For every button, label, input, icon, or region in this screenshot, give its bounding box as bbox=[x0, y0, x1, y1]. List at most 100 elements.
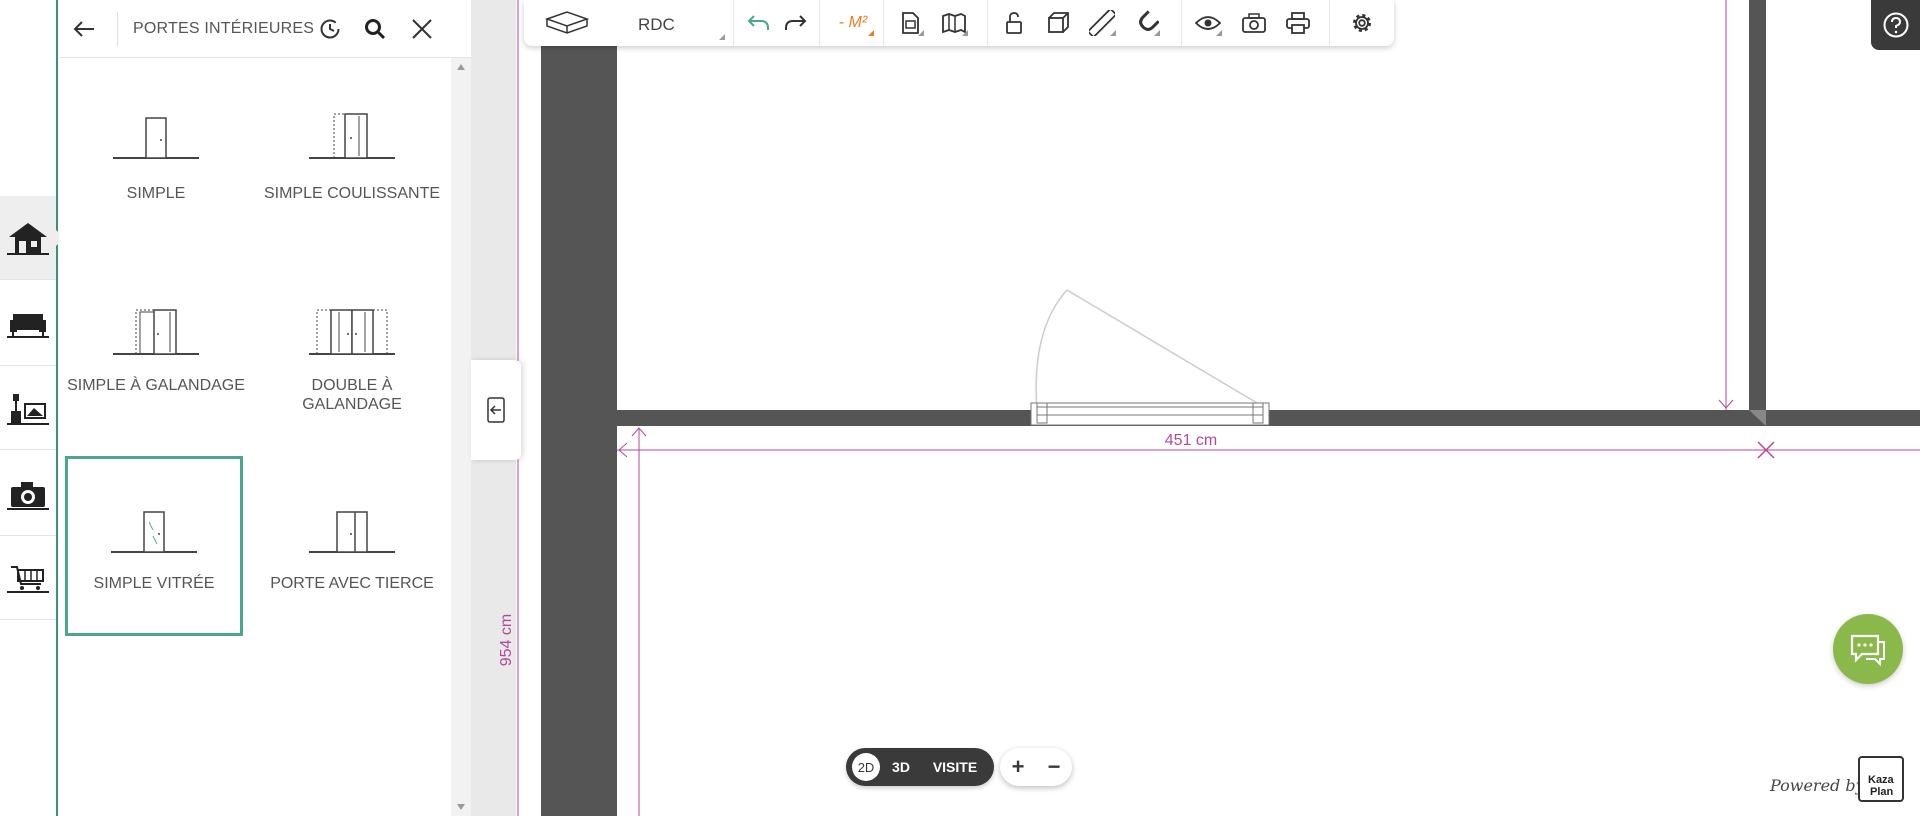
area-dropdown-indicator bbox=[868, 30, 874, 36]
floor-selector-label[interactable]: RDC bbox=[638, 15, 675, 35]
category-rail bbox=[0, 0, 64, 816]
printer-icon bbox=[1286, 12, 1310, 34]
sofa-icon bbox=[7, 313, 49, 338]
catalog-item-simple[interactable]: SIMPLE bbox=[67, 62, 245, 242]
rail-item-furniture[interactable] bbox=[0, 282, 56, 366]
screenshot-button[interactable] bbox=[1238, 8, 1270, 38]
catalog-item-label: SIMPLE COULISSANTE bbox=[263, 185, 441, 202]
catalog-item-sliding[interactable]: SIMPLE COULISSANTE bbox=[263, 62, 441, 242]
map-dropdown-indicator bbox=[962, 30, 968, 36]
collapse-left-icon bbox=[487, 397, 505, 423]
redo-button[interactable] bbox=[780, 8, 812, 38]
logo-line-2: Plan bbox=[1870, 786, 1894, 798]
camera-icon bbox=[1242, 13, 1266, 33]
magnet-button[interactable] bbox=[1130, 8, 1162, 38]
pocket-door-icon bbox=[113, 309, 199, 355]
shopping-cart-icon bbox=[7, 565, 49, 593]
rail-item-camera[interactable] bbox=[0, 452, 56, 536]
catalog-item-label: SIMPLE bbox=[126, 185, 186, 202]
catalog-item-label: SIMPLE À GALANDAGE bbox=[67, 377, 245, 394]
view-2d-button[interactable]: 2D bbox=[852, 753, 880, 781]
door-panel bbox=[1036, 406, 1264, 416]
floor-dropdown-indicator[interactable] bbox=[719, 34, 725, 40]
catalog-item-double-pocket[interactable]: DOUBLE À GALANDAGE bbox=[263, 258, 441, 438]
toolbar-group-tools bbox=[988, 0, 1182, 46]
help-button[interactable] bbox=[1871, 0, 1920, 50]
catalog-item-label: DOUBLE À GALANDAGE bbox=[302, 377, 402, 413]
print-button[interactable] bbox=[1282, 8, 1314, 38]
rail-item-house[interactable] bbox=[0, 196, 64, 280]
toolbar-group-area: - M² bbox=[820, 0, 884, 46]
map-button[interactable] bbox=[938, 8, 970, 38]
view-mode-toggle: 2D 3D VISITE bbox=[846, 748, 994, 786]
arrow-left-icon bbox=[73, 21, 94, 37]
rail-item-shopping[interactable] bbox=[0, 536, 56, 620]
panel-header: PORTES INTÉRIEURES bbox=[59, 0, 471, 58]
toolbar-group-view bbox=[1182, 0, 1330, 46]
settings-icon bbox=[1353, 14, 1371, 32]
dimension-horizontal-label: 451 cm bbox=[1165, 432, 1217, 449]
undo-icon bbox=[747, 15, 769, 30]
powered-by-badge: Powered by Kaza Plan bbox=[1770, 756, 1920, 806]
catalog-panel: PORTES INTÉRIEURES SIMPLE SIMPLE COULISS… bbox=[59, 0, 471, 816]
simple-door-icon bbox=[113, 117, 199, 159]
kazaplan-logo: Kaza Plan bbox=[1858, 756, 1904, 802]
settings-button[interactable] bbox=[1346, 8, 1378, 38]
ruler-dropdown-indicator bbox=[1110, 30, 1116, 36]
toolbar-group-floor: RDC bbox=[524, 0, 734, 46]
door-catalog-grid: SIMPLE SIMPLE COULISSANTE SIMPLE À GALAN… bbox=[59, 58, 451, 816]
scroll-up-icon[interactable] bbox=[457, 64, 465, 70]
cube-icon bbox=[1048, 12, 1069, 33]
scroll-down-icon[interactable] bbox=[457, 804, 465, 810]
door-swing-arc bbox=[1035, 289, 1068, 411]
sliding-door-icon bbox=[309, 113, 395, 159]
visibility-dropdown-indicator bbox=[1216, 30, 1222, 36]
plan-drawing: 451 cm 954 cm bbox=[498, 0, 1920, 816]
floor-3d-button[interactable] bbox=[542, 8, 592, 38]
glazed-door-icon bbox=[111, 511, 197, 553]
back-button[interactable] bbox=[67, 12, 101, 46]
magnet-dropdown-indicator bbox=[1154, 30, 1160, 36]
catalog-item-label: SIMPLE VITRÉE bbox=[93, 575, 215, 592]
chat-button[interactable] bbox=[1833, 614, 1903, 684]
history-icon bbox=[320, 19, 340, 39]
powered-by-text: Powered by bbox=[1770, 776, 1865, 795]
area-label: - M² bbox=[838, 14, 868, 31]
door-leaf bbox=[1066, 289, 1263, 407]
cube-button[interactable] bbox=[1042, 8, 1074, 38]
panel-scrollbar[interactable] bbox=[451, 58, 471, 816]
visibility-button[interactable] bbox=[1192, 8, 1224, 38]
house-icon bbox=[7, 222, 49, 255]
catalog-item-pocket[interactable]: SIMPLE À GALANDAGE bbox=[67, 258, 245, 438]
document-dropdown-indicator bbox=[918, 30, 924, 36]
document-button[interactable] bbox=[894, 8, 926, 38]
main-toolbar: RDC - M² bbox=[524, 0, 1394, 46]
app-root: PORTES INTÉRIEURES SIMPLE SIMPLE COULISS… bbox=[0, 0, 1920, 816]
collapse-panel-tab[interactable] bbox=[471, 360, 521, 460]
search-icon bbox=[365, 19, 386, 40]
camera-icon bbox=[7, 481, 49, 510]
redo-icon bbox=[785, 15, 807, 30]
catalog-item-label: PORTE AVEC TIERCE bbox=[270, 575, 434, 592]
ruler-button[interactable] bbox=[1086, 8, 1118, 38]
dimension-vertical-label: 954 cm bbox=[498, 614, 515, 666]
toolbar-group-history bbox=[734, 0, 820, 46]
view-visit-button[interactable]: VISITE bbox=[924, 748, 986, 786]
area-button[interactable]: - M² bbox=[830, 8, 876, 38]
zoom-out-button[interactable]: − bbox=[1036, 748, 1072, 786]
toolbar-group-settings bbox=[1330, 0, 1394, 46]
search-button[interactable] bbox=[358, 12, 392, 46]
chat-icon bbox=[1850, 634, 1885, 666]
close-button[interactable] bbox=[405, 12, 439, 46]
wall-left bbox=[541, 0, 617, 816]
catalog-item-glazed[interactable]: SIMPLE VITRÉE bbox=[65, 456, 243, 636]
lock-button[interactable] bbox=[998, 8, 1030, 38]
undo-button[interactable] bbox=[742, 8, 774, 38]
rail-item-decoration[interactable] bbox=[0, 366, 56, 450]
view-3d-button[interactable]: 3D bbox=[886, 748, 916, 786]
toolbar-group-docs bbox=[884, 0, 988, 46]
zoom-in-button[interactable]: + bbox=[1000, 748, 1036, 786]
floor-plan-canvas[interactable]: 451 cm 954 cm bbox=[471, 0, 1920, 816]
catalog-item-sidelight[interactable]: PORTE AVEC TIERCE bbox=[263, 456, 441, 636]
history-button[interactable] bbox=[313, 12, 347, 46]
